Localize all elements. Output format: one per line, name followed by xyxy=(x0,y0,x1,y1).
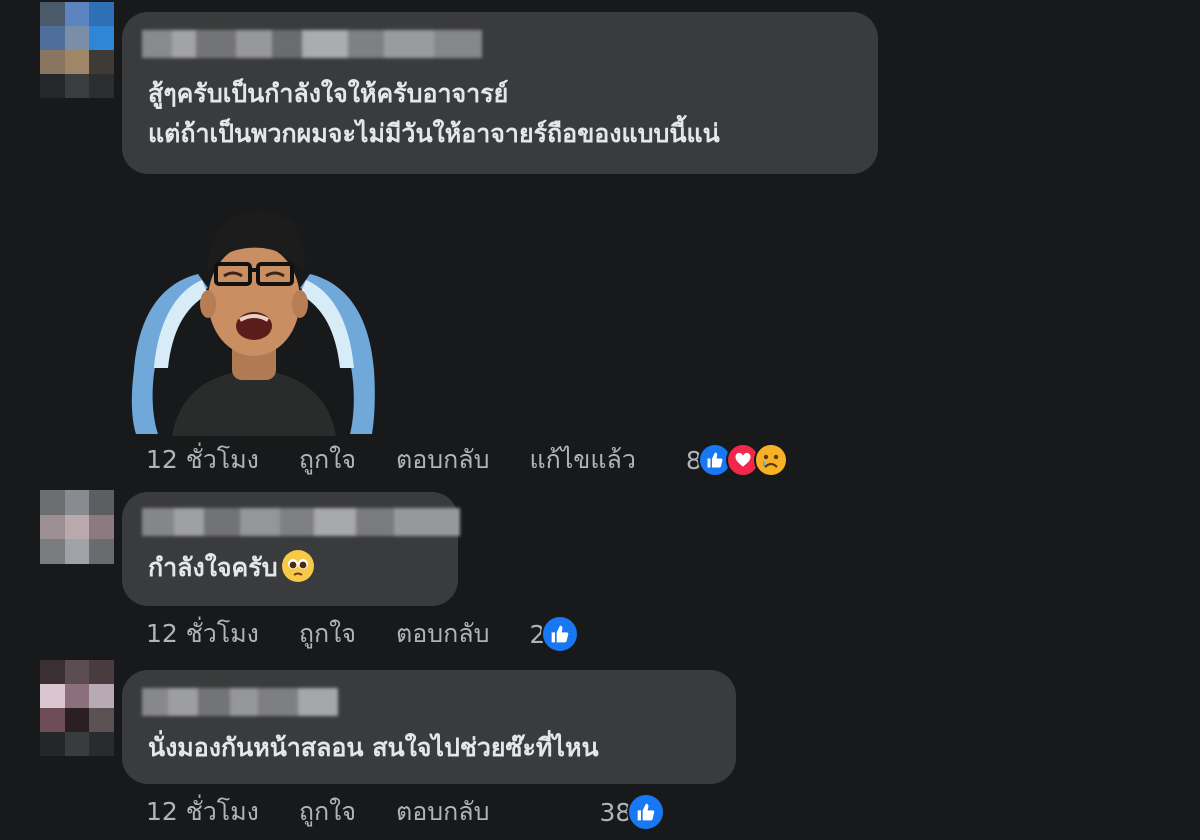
author-name-blurred[interactable] xyxy=(142,508,460,536)
reply-button[interactable]: ตอบกลับ xyxy=(396,440,489,480)
like-button[interactable]: ถูกใจ xyxy=(299,440,356,480)
comment-timestamp[interactable]: 12 ชั่วโมง xyxy=(146,792,259,832)
comment-text-content: กำลังใจครับ xyxy=(148,553,278,582)
comment-text: กำลังใจครับ xyxy=(148,548,314,588)
comment-actions: 12 ชั่วโมง ถูกใจ ตอบกลับ 2 xyxy=(146,614,580,654)
avatar[interactable] xyxy=(40,2,114,98)
crying-man-sticker xyxy=(131,211,375,436)
reaction-summary[interactable]: 38 xyxy=(599,793,666,831)
avatar[interactable] xyxy=(40,490,114,564)
sad-icon xyxy=(753,443,788,477)
comment-actions: 12 ชั่วโมง ถูกใจ ตอบกลับ 38 xyxy=(146,792,666,832)
reaction-summary[interactable]: 2 xyxy=(529,615,580,653)
reply-button[interactable]: ตอบกลับ xyxy=(396,614,489,654)
pleading-face-emoji xyxy=(281,550,314,582)
comment-text-line: สู้ๆครับเป็นกำลังใจให้ครับอาจารย์ xyxy=(148,79,509,108)
reaction-summary[interactable]: 8 xyxy=(686,443,788,477)
like-button[interactable]: ถูกใจ xyxy=(299,792,356,832)
comment-timestamp[interactable]: 12 ชั่วโมง xyxy=(146,440,259,480)
author-name-blurred[interactable] xyxy=(142,30,482,58)
avatar[interactable] xyxy=(40,660,114,756)
comment-bubble: กำลังใจครับ xyxy=(122,492,460,606)
like-icon xyxy=(627,793,666,831)
comment-actions: 12 ชั่วโมง ถูกใจ ตอบกลับ แก้ไขแล้ว 8 xyxy=(146,440,788,480)
edited-label[interactable]: แก้ไขแล้ว xyxy=(529,440,635,480)
like-icon xyxy=(541,615,580,653)
comment-text-line: แต่ถ้าเป็นพวกผมจะไม่มีวันให้อาจายร์ถือขอ… xyxy=(148,119,720,148)
comment-bubble: นั่งมองกันหน้าสลอน สนใจไปช่วยซ๊ะที่ไหน xyxy=(122,670,736,784)
comment-text-line: นั่งมองกันหน้าสลอน สนใจไปช่วยซ๊ะที่ไหน xyxy=(148,733,599,762)
like-button[interactable]: ถูกใจ xyxy=(299,614,356,654)
reply-button[interactable]: ตอบกลับ xyxy=(396,792,489,832)
comment-timestamp[interactable]: 12 ชั่วโมง xyxy=(146,614,259,654)
comment-bubble: สู้ๆครับเป็นกำลังใจให้ครับอาจารย์ แต่ถ้า… xyxy=(122,12,878,174)
author-name-blurred[interactable] xyxy=(142,688,338,716)
